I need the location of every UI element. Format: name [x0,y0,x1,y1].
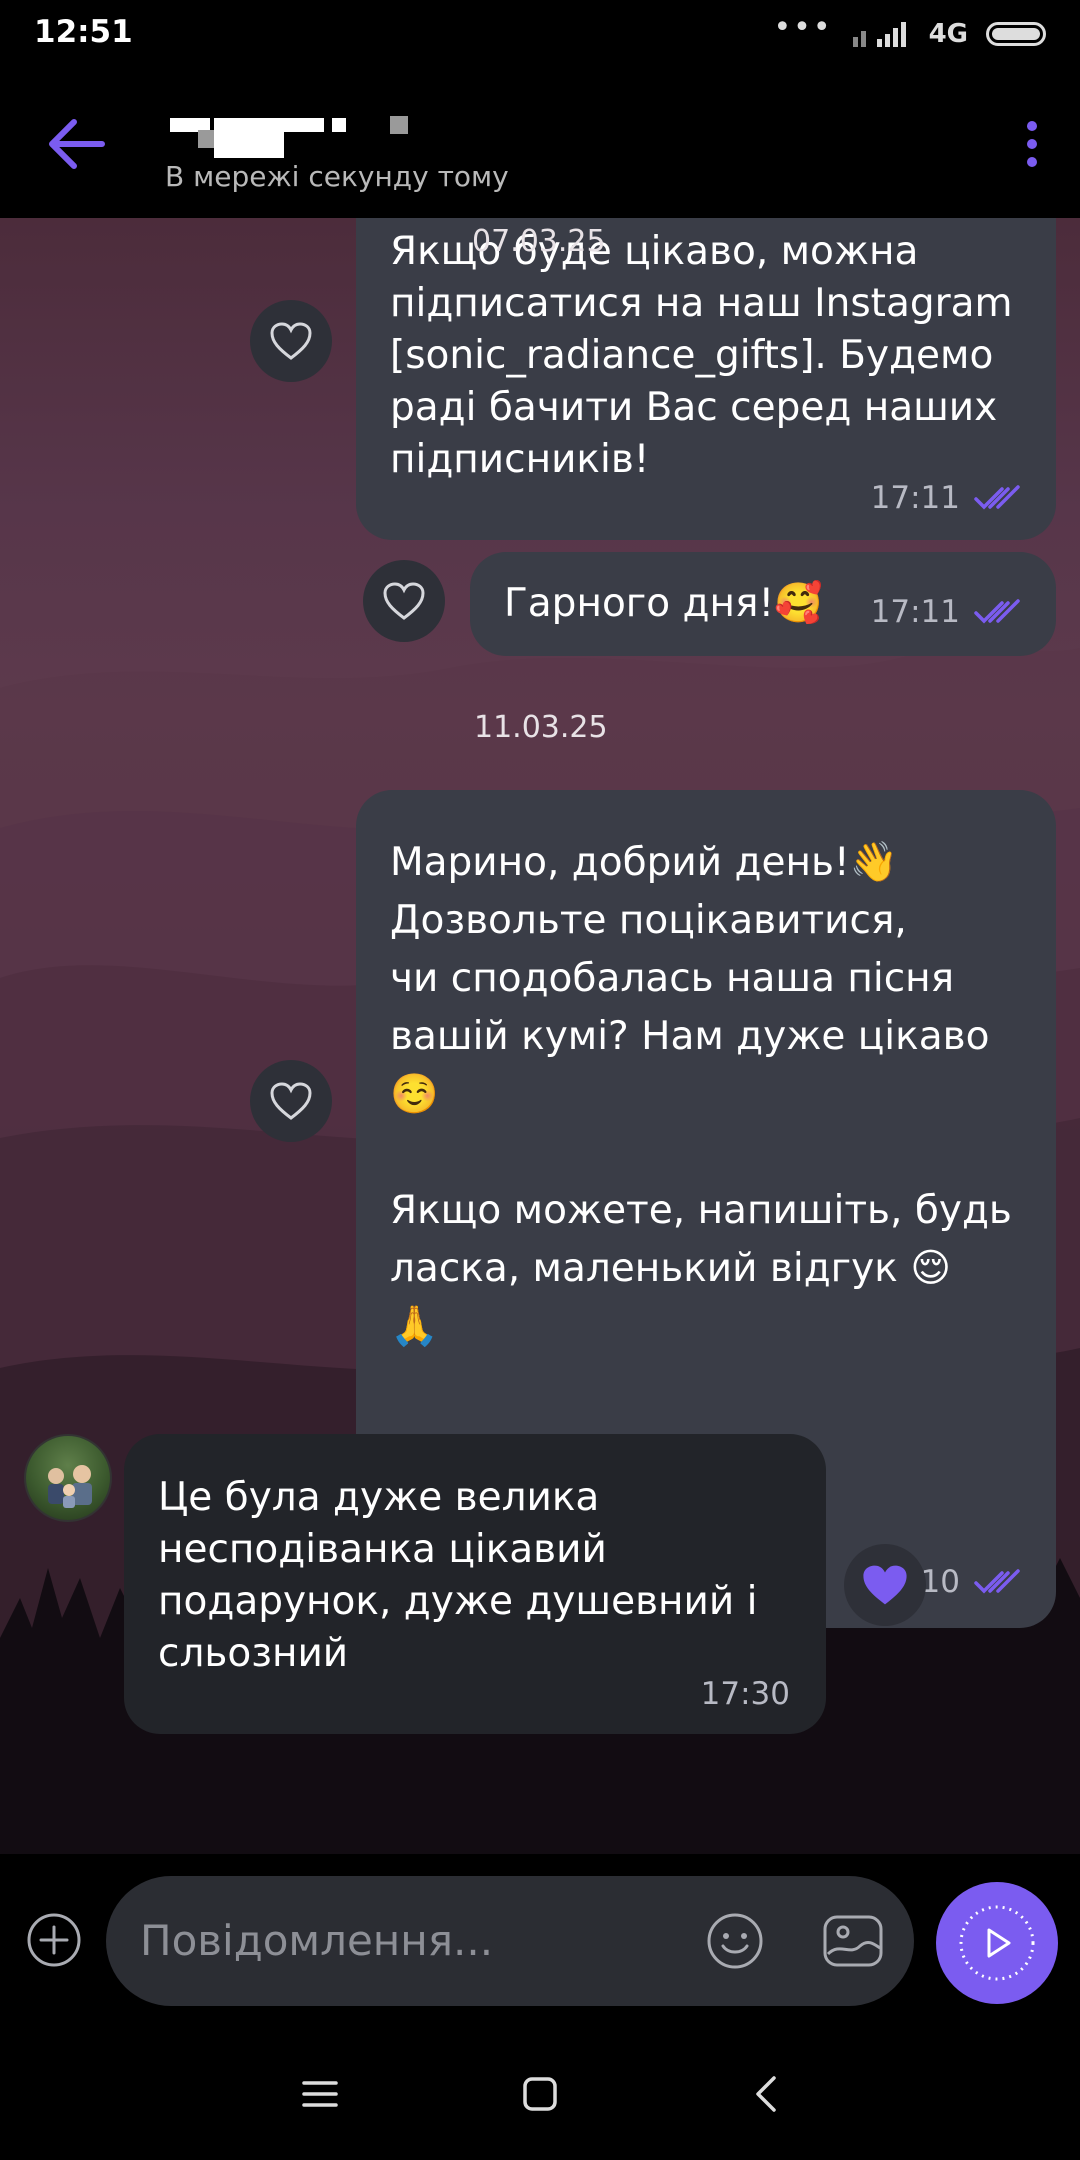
system-navigation-bar [0,2024,1080,2160]
back-chevron-icon[interactable] [744,2070,792,2118]
message-input-placeholder: Повідомлення... [140,1916,494,1965]
gallery-icon[interactable] [822,1912,884,1970]
home-square-icon[interactable] [516,2070,564,2118]
network-type: 4G [928,19,968,49]
smiley-icon[interactable] [706,1912,764,1970]
message-time: 17:11 [870,594,960,630]
voice-send-button[interactable] [936,1882,1058,2004]
message-meta: 17:30 [701,1676,790,1712]
arrow-left-icon[interactable] [44,116,108,172]
message-bubble-outgoing[interactable]: Якщо буде цікаво, можна підписатися на н… [356,218,1056,540]
double-check-read-icon [974,1569,1020,1594]
message-text: Марино, добрий день!👋 Дозвольте поцікави… [390,840,1012,1349]
date-separator: 11.03.25 [474,710,608,745]
heart-outline-icon [270,1082,312,1120]
chat-message-list[interactable]: Якщо буде цікаво, можна підписатися на н… [0,218,1080,1854]
message-meta: 17:11 [871,480,1020,516]
status-icons: ••• 4G [773,10,1046,54]
menu-lines-icon[interactable] [296,2070,344,2118]
like-button[interactable] [250,1060,332,1142]
heart-outline-icon [270,322,312,360]
double-check-read-icon [974,599,1020,624]
message-input[interactable]: Повідомлення... [106,1876,914,2006]
presence-status: В мережі секунду тому [165,160,509,193]
message-time: 17:30 [700,1676,790,1712]
message-bubble-outgoing[interactable]: Гарного дня!🥰 17:11 [470,552,1056,656]
battery-full-icon [986,22,1046,46]
voice-send-icon [959,1905,1035,1981]
heart-filled-icon [863,1565,907,1605]
like-button[interactable] [363,560,445,642]
message-time: 17:11 [870,480,960,516]
notification-dots-icon: ••• [773,10,833,45]
date-separator: 07.03.25 [472,224,606,259]
chat-header: В мережі секунду тому [0,68,1080,220]
family-photo-icon [48,1465,92,1508]
double-check-read-icon [974,485,1020,510]
contact-avatar[interactable] [24,1434,112,1522]
message-bubble-incoming[interactable]: Це була дуже велика несподіванка цікавий… [124,1434,826,1734]
add-circle-icon[interactable] [26,1912,82,1968]
contact-name-redacted[interactable] [168,104,448,164]
message-meta: 17:11 [871,594,1020,630]
signal-bars-icon [852,22,906,47]
status-time: 12:51 [34,14,133,50]
message-composer: Повідомлення... [0,1854,1080,2024]
message-text: Це була дуже велика несподіванка цікавий… [158,1475,758,1676]
heart-outline-icon [383,582,425,620]
status-bar: 12:51 ••• 4G [0,0,1080,68]
more-vertical-icon[interactable] [1020,118,1044,170]
like-button[interactable] [250,300,332,382]
like-button-active[interactable] [844,1544,926,1626]
message-text: Якщо буде цікаво, можна підписатися на н… [390,229,1013,482]
